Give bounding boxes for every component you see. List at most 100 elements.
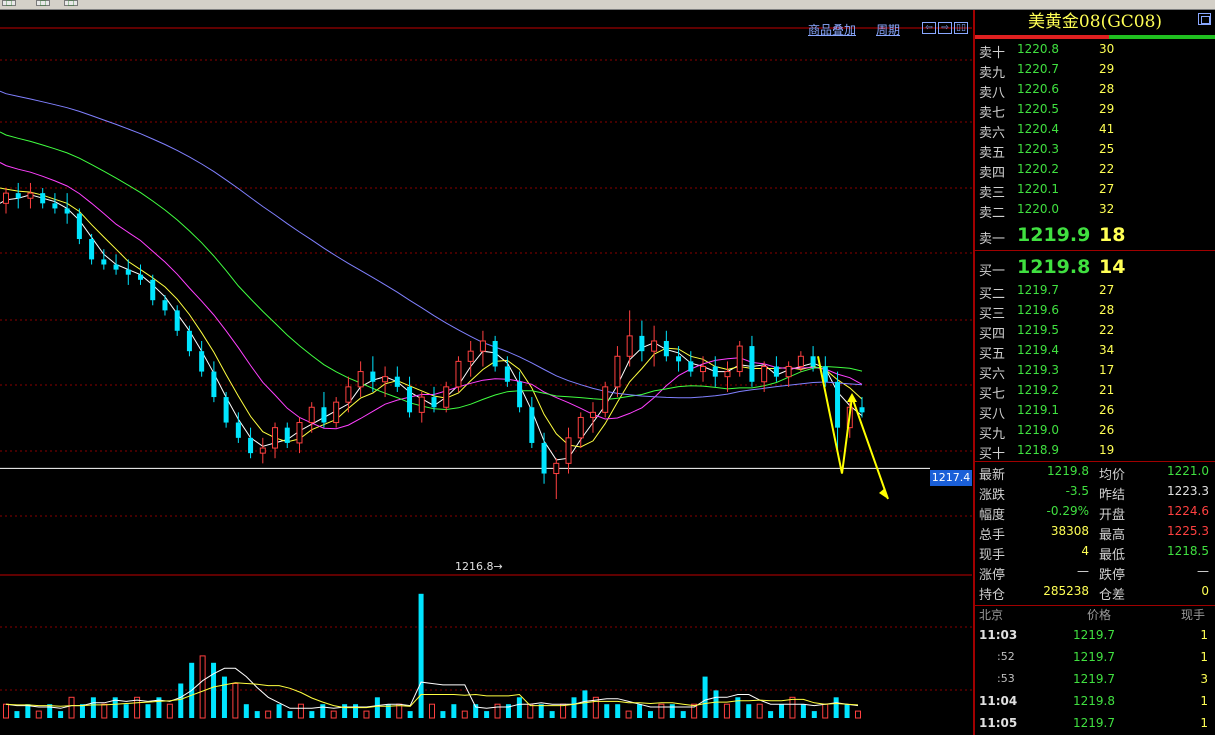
candle-body-down xyxy=(162,300,168,311)
ask-row[interactable]: 卖三 1220.1 27 xyxy=(975,180,1215,201)
stat-value: 1219.8 xyxy=(1047,464,1089,478)
candle-body-down xyxy=(676,356,682,362)
bid-row-price: 1218.9 xyxy=(1017,443,1059,457)
bid-row[interactable]: 买五 1219.4 34 xyxy=(975,341,1215,362)
bid-row-volume: 26 xyxy=(1099,403,1115,417)
nav-right-button[interactable]: ⇨ xyxy=(938,22,952,34)
toolbar-button-3[interactable]: □ xyxy=(64,0,78,7)
candle-body-down xyxy=(211,371,217,398)
bid-row-label: 买一 xyxy=(979,264,1006,279)
volume-bar xyxy=(604,704,610,718)
candle-body-up xyxy=(724,371,731,378)
layout-button[interactable]: ▯▯ xyxy=(954,22,968,34)
ask-row[interactable]: 卖八 1220.6 28 xyxy=(975,80,1215,101)
volume-bar xyxy=(254,711,260,718)
ask-row-price: 1220.3 xyxy=(1017,142,1059,156)
bid-row[interactable]: 买三 1219.6 28 xyxy=(975,301,1215,322)
volume-bar xyxy=(560,703,567,719)
volume-bar xyxy=(789,696,796,719)
ask-row-label: 卖五 xyxy=(979,146,1006,161)
candle-body-up xyxy=(455,360,462,388)
volume-bar xyxy=(287,711,293,718)
volume-bar xyxy=(90,697,96,718)
candle-body-up xyxy=(357,371,364,388)
ask-row[interactable]: 卖二 1220.0 32 xyxy=(975,200,1215,221)
candle-body-up xyxy=(418,396,425,413)
toolbar-button-1[interactable]: □ xyxy=(2,0,16,7)
tick-row[interactable]: :52 1219.7 1 xyxy=(975,647,1215,669)
volume-bar xyxy=(844,704,850,718)
tick-price: 1219.8 xyxy=(1073,694,1115,708)
panel-toggle-button[interactable] xyxy=(1198,13,1211,25)
bid-row[interactable]: 买九 1219.0 26 xyxy=(975,421,1215,442)
volume-bar xyxy=(123,704,129,718)
toolbar-button-2[interactable]: □ xyxy=(36,0,50,7)
volume-bar xyxy=(68,696,75,719)
ask-row-label: 卖九 xyxy=(979,66,1006,81)
stat-value: 1224.6 xyxy=(1167,504,1209,518)
ask-row-price: 1220.1 xyxy=(1017,182,1059,196)
tick-row[interactable]: 11:03 1219.7 1 xyxy=(975,625,1215,647)
volume-bar xyxy=(363,710,370,719)
stat-value: 1225.3 xyxy=(1167,524,1209,538)
stat-label: 幅度 xyxy=(979,508,1006,523)
volume-bar xyxy=(418,593,424,718)
candle-body-down xyxy=(321,407,327,423)
bid-row-label: 买三 xyxy=(979,307,1006,322)
candle-body-down xyxy=(235,422,241,438)
bid-row[interactable]: 买一 1219.8 14 xyxy=(975,256,1215,279)
candlestick-series xyxy=(3,182,865,500)
forecast-arrow xyxy=(817,356,889,500)
bid-row[interactable]: 买八 1219.1 26 xyxy=(975,401,1215,422)
bid-row[interactable]: 买四 1219.5 22 xyxy=(975,321,1215,342)
volume-bar xyxy=(484,711,490,718)
tick-row[interactable]: 11:05 1219.7 1 xyxy=(975,713,1215,735)
stat-oi-diff: 仓差 0 xyxy=(1095,582,1215,603)
bid-row[interactable]: 买二 1219.7 27 xyxy=(975,281,1215,302)
volume-bar xyxy=(232,683,239,719)
ask-row-price: 1220.7 xyxy=(1017,62,1059,76)
nav-left-button[interactable]: ⇦ xyxy=(922,22,936,34)
candle-body-down xyxy=(492,340,498,367)
volume-series xyxy=(3,593,861,719)
bid-row[interactable]: 买七 1219.2 21 xyxy=(975,381,1215,402)
ask-row[interactable]: 卖一 1219.9 18 xyxy=(975,224,1215,247)
ask-row[interactable]: 卖七 1220.5 29 xyxy=(975,100,1215,121)
ask-row-volume: 30 xyxy=(1099,42,1115,56)
ask-row-label: 卖七 xyxy=(979,106,1006,121)
kline-chart-area[interactable]: 商品叠加 周期 ⇦ ⇨ ▯▯ 1217.4 1216.8→ xyxy=(0,10,972,735)
candle-body-up xyxy=(651,340,658,352)
bid-row-volume: 22 xyxy=(1099,323,1115,337)
candle-body-down xyxy=(186,330,192,352)
volume-bar xyxy=(855,710,861,719)
candle-body-up xyxy=(296,422,303,444)
ask-row[interactable]: 卖六 1220.4 41 xyxy=(975,120,1215,141)
product-overlay-link[interactable]: 商品叠加 xyxy=(808,21,856,38)
ask-row[interactable]: 卖九 1220.7 29 xyxy=(975,60,1215,81)
bid-row[interactable]: 买十 1218.9 19 xyxy=(975,441,1215,462)
bid-row-price: 1219.8 xyxy=(1017,256,1091,278)
ask-row[interactable]: 卖五 1220.3 25 xyxy=(975,140,1215,161)
ask-row-volume: 29 xyxy=(1099,102,1115,116)
candle-body-down xyxy=(712,366,718,377)
bid-row-price: 1219.5 xyxy=(1017,323,1059,337)
bid-row-volume: 17 xyxy=(1099,363,1115,377)
period-link[interactable]: 周期 xyxy=(876,21,900,38)
ask-row[interactable]: 卖十 1220.8 30 xyxy=(975,40,1215,61)
volume-bar xyxy=(330,710,337,719)
candle-body-down xyxy=(52,203,58,209)
stat-limit-down: 跌停 — xyxy=(1095,562,1215,583)
tick-row[interactable]: 11:04 1219.8 1 xyxy=(975,691,1215,713)
volume-bar xyxy=(145,704,151,718)
ask-row-label: 卖二 xyxy=(979,206,1006,221)
ask-row-price: 1219.9 xyxy=(1017,224,1091,246)
title-bar-strip: □ □ □ xyxy=(0,0,1215,10)
ask-row[interactable]: 卖四 1220.2 22 xyxy=(975,160,1215,181)
tick-row[interactable]: :53 1219.7 3 xyxy=(975,669,1215,691)
bid-row-label: 买八 xyxy=(979,407,1006,422)
bid-row[interactable]: 买六 1219.3 17 xyxy=(975,361,1215,382)
candle-body-up xyxy=(565,437,572,464)
candle-body-up xyxy=(736,345,743,373)
volume-bar xyxy=(637,704,643,718)
stat-label: 涨停 xyxy=(979,568,1006,583)
